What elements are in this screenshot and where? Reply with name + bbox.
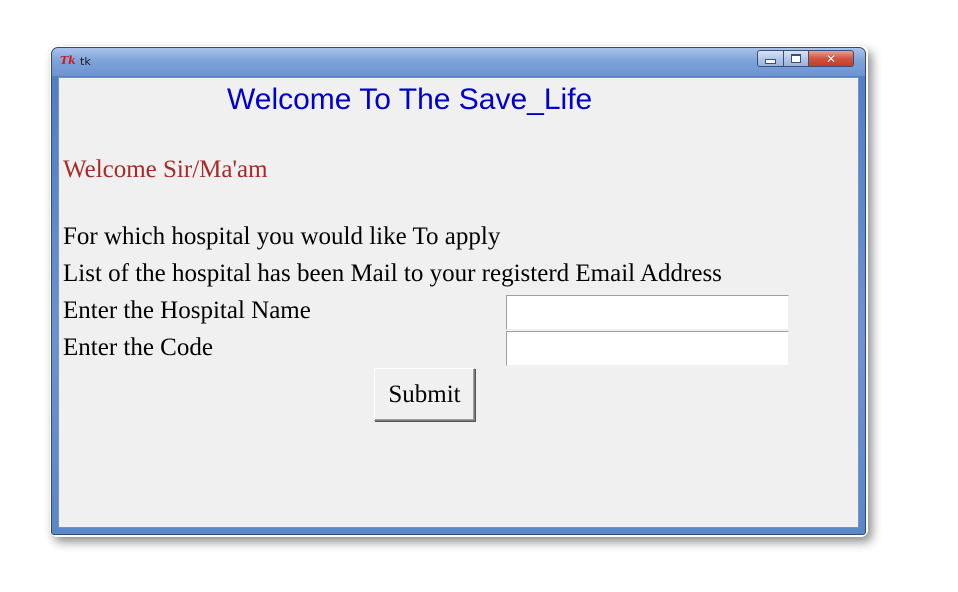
title-bar[interactable]: Tk tk ✕ xyxy=(52,48,865,76)
submit-button[interactable]: Submit xyxy=(374,368,475,421)
code-input[interactable] xyxy=(506,331,789,366)
greeting-label: Welcome Sir/Ma'am xyxy=(63,156,268,183)
code-label: Enter the Code xyxy=(63,334,213,361)
notice-label: List of the hospital has been Mail to yo… xyxy=(63,260,722,287)
question-label: For which hospital you would like To app… xyxy=(63,223,501,250)
maximize-button[interactable] xyxy=(783,50,809,67)
close-button[interactable]: ✕ xyxy=(808,50,854,67)
minimize-icon xyxy=(765,59,776,64)
maximize-icon xyxy=(791,54,801,63)
tk-logo-icon: Tk xyxy=(60,54,76,67)
hospital-name-label: Enter the Hospital Name xyxy=(63,297,311,324)
minimize-button[interactable] xyxy=(757,50,784,67)
close-icon: ✕ xyxy=(825,51,837,66)
hospital-name-input[interactable] xyxy=(506,295,789,330)
app-window: Tk tk ✕ Welcome To The Save_Life Welcome… xyxy=(51,47,866,535)
page-title: Welcome To The Save_Life xyxy=(227,83,593,116)
client-area: Welcome To The Save_Life Welcome Sir/Ma'… xyxy=(58,77,859,528)
window-title: tk xyxy=(80,55,91,68)
